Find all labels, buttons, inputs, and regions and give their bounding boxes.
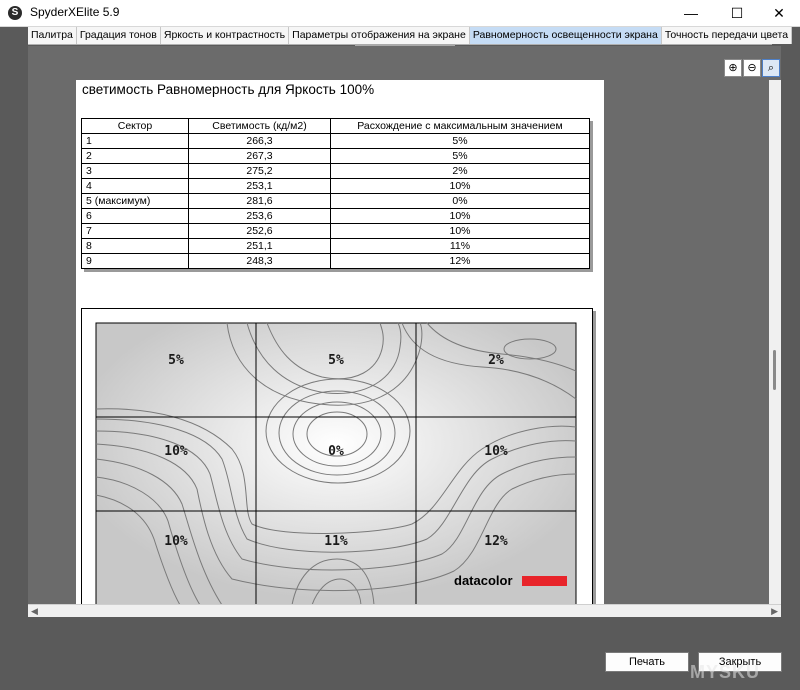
- sector-1-label: 5%: [168, 353, 184, 368]
- cell-luminance: 267,3: [188, 148, 331, 164]
- horizontal-scrollbar[interactable]: ◀ ▶: [28, 604, 781, 617]
- table-row: 3 275,2 2%: [81, 163, 590, 179]
- cell-luminance: 281,6: [188, 193, 331, 209]
- cell-deviation: 5%: [330, 133, 590, 149]
- table-row: 5 (максимум) 281,6 0%: [81, 193, 590, 209]
- report-page: светимость Равномерность для Яркость 100…: [76, 80, 604, 605]
- window-title: SpyderXElite 5.9: [30, 5, 120, 19]
- uniformity-contour-map: 5% 5% 2% 10% 0% 10% 10% 11% 12% datacolo…: [95, 322, 577, 605]
- table-row: 8 251,1 11%: [81, 238, 590, 254]
- vertical-scroll-thumb[interactable]: [773, 350, 776, 390]
- cell-sector: 7: [81, 223, 189, 239]
- cell-deviation: 11%: [330, 238, 590, 254]
- table-row: 7 252,6 10%: [81, 223, 590, 239]
- tab-screen-uniformity[interactable]: Равномерность освещенности экрана: [469, 27, 662, 44]
- watermark-logo: MYSKU: [690, 662, 761, 682]
- cell-deviation: 10%: [330, 208, 590, 224]
- table-header-row: Сектор Светимость (кд/м2) Расхождение с …: [81, 118, 590, 134]
- uniformity-contour-panel: 5% 5% 2% 10% 0% 10% 10% 11% 12% datacolo…: [81, 308, 593, 605]
- scroll-right-icon[interactable]: ▶: [771, 605, 778, 617]
- report-title: светимость Равномерность для Яркость 100…: [82, 82, 375, 97]
- left-margin: [0, 46, 28, 617]
- table-row: 1 266,3 5%: [81, 133, 590, 149]
- cell-sector: 2: [81, 148, 189, 164]
- cell-sector: 8: [81, 238, 189, 254]
- sector-4-label: 10%: [164, 444, 188, 459]
- tab-palette[interactable]: Палитра: [28, 27, 77, 44]
- app-logo-icon: S: [8, 6, 22, 20]
- tab-brightness-contrast[interactable]: Яркость и контрастность: [160, 27, 290, 44]
- tab-color-accuracy[interactable]: Точность передачи цвета: [661, 27, 793, 44]
- cell-luminance: 275,2: [188, 163, 331, 179]
- sector-2-label: 5%: [328, 353, 344, 368]
- close-window-button[interactable]: ✕: [756, 0, 800, 26]
- cell-sector: 6: [81, 208, 189, 224]
- cell-luminance: 248,3: [188, 253, 331, 269]
- cell-deviation: 2%: [330, 163, 590, 179]
- datacolor-logo-text: datacolor: [454, 573, 513, 588]
- vertical-scrollbar[interactable]: [769, 80, 781, 604]
- header-luminance: Светимость (кд/м2): [188, 118, 331, 134]
- print-button[interactable]: Печать: [605, 652, 689, 672]
- sector-8-label: 11%: [324, 534, 348, 549]
- zoom-in-icon[interactable]: ⊕: [724, 59, 742, 77]
- sector-7-label: 10%: [164, 534, 188, 549]
- tab-display-settings[interactable]: Параметры отображения на экране: [289, 27, 470, 44]
- minimize-button[interactable]: —: [668, 0, 714, 26]
- tab-tone-gradation[interactable]: Градация тонов: [76, 27, 161, 44]
- table-row: 4 253,1 10%: [81, 178, 590, 194]
- header-sector: Сектор: [81, 118, 189, 134]
- zoom-fit-icon[interactable]: ⌕: [762, 59, 780, 77]
- sector-5-label: 0%: [328, 444, 344, 459]
- cell-deviation: 5%: [330, 148, 590, 164]
- sector-9-label: 12%: [484, 534, 508, 549]
- cell-sector: 9: [81, 253, 189, 269]
- measurement-table: Сектор Светимость (кд/м2) Расхождение с …: [81, 118, 590, 269]
- cell-deviation: 0%: [330, 193, 590, 209]
- title-bar: S SpyderXElite 5.9 — ☐ ✕: [0, 0, 800, 27]
- scroll-left-icon[interactable]: ◀: [31, 605, 38, 617]
- table-row: 2 267,3 5%: [81, 148, 590, 164]
- header-deviation: Расхождение с максимальным значением: [330, 118, 590, 134]
- cell-sector: 1: [81, 133, 189, 149]
- cell-luminance: 253,6: [188, 208, 331, 224]
- cell-sector: 3: [81, 163, 189, 179]
- table-row: 6 253,6 10%: [81, 208, 590, 224]
- cell-luminance: 266,3: [188, 133, 331, 149]
- sector-6-label: 10%: [484, 444, 508, 459]
- zoom-toolbar: ⊕ ⊖ ⌕: [724, 59, 780, 79]
- cell-deviation: 10%: [330, 223, 590, 239]
- zoom-out-icon[interactable]: ⊖: [743, 59, 761, 77]
- measurement-table-wrap: Сектор Светимость (кд/м2) Расхождение с …: [81, 118, 590, 269]
- cell-luminance: 253,1: [188, 178, 331, 194]
- maximize-button[interactable]: ☐: [714, 0, 760, 26]
- cell-luminance: 251,1: [188, 238, 331, 254]
- cell-luminance: 252,6: [188, 223, 331, 239]
- report-tabs: Палитра Градация тонов Яркость и контрас…: [28, 27, 793, 45]
- cell-sector: 5 (максимум): [81, 193, 189, 209]
- table-row: 9 248,3 12%: [81, 253, 590, 269]
- cell-sector: 4: [81, 178, 189, 194]
- cell-deviation: 12%: [330, 253, 590, 269]
- cell-deviation: 10%: [330, 178, 590, 194]
- datacolor-logo-bar: [522, 576, 567, 586]
- sector-3-label: 2%: [488, 353, 504, 368]
